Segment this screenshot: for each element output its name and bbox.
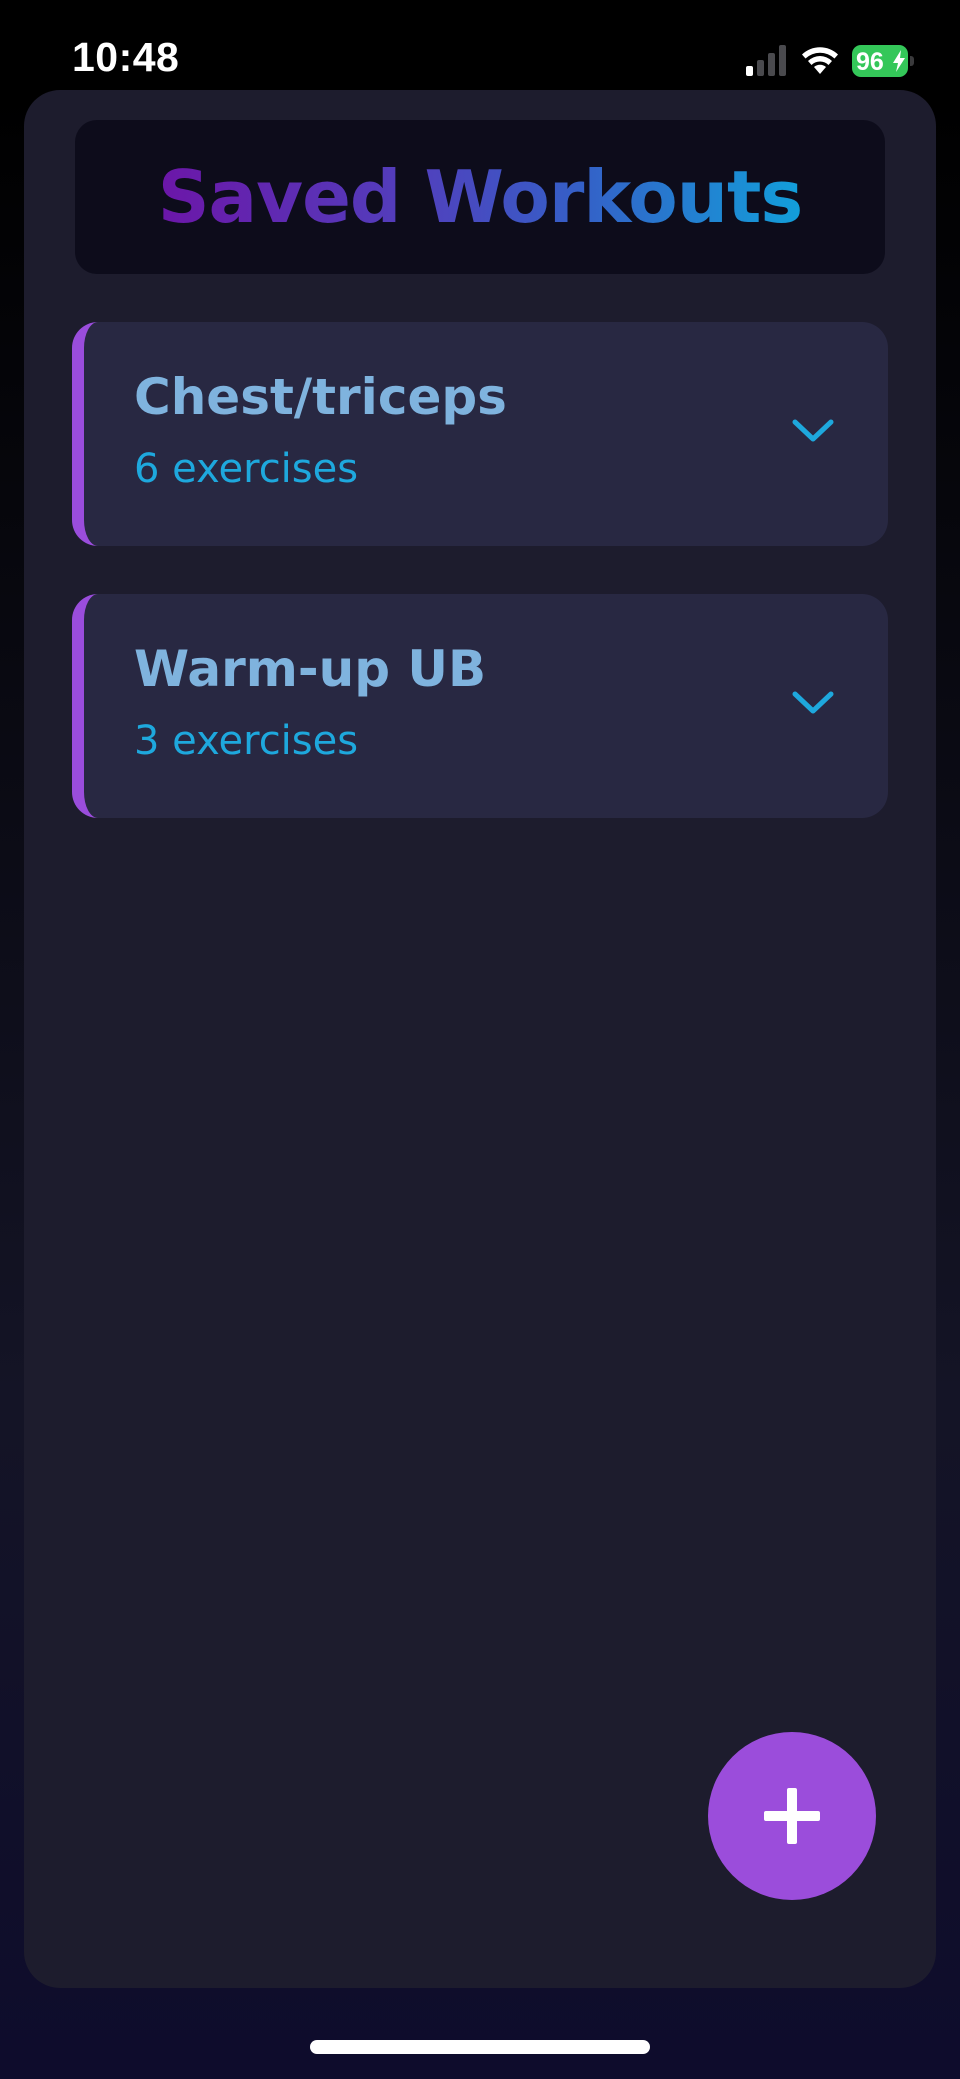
workout-name: Warm-up UB: [134, 640, 487, 698]
exercise-count: 3 exercises: [134, 718, 359, 764]
chevron-down-icon[interactable]: [789, 414, 837, 446]
page-title: Saved Workouts: [157, 155, 804, 239]
status-bar: 10:48 96: [0, 0, 960, 90]
add-workout-button[interactable]: [708, 1732, 876, 1900]
workout-name: Chest/triceps: [134, 368, 507, 426]
cellular-signal-icon: [746, 45, 786, 76]
main-panel: Saved Workouts Chest/triceps 6 exercises…: [24, 90, 936, 1988]
exercise-count: 6 exercises: [134, 446, 359, 492]
plus-icon: [764, 1788, 820, 1844]
home-indicator[interactable]: [310, 2040, 650, 2054]
status-time: 10:48: [72, 34, 180, 80]
chevron-down-icon[interactable]: [789, 686, 837, 718]
battery-cap: [910, 56, 914, 66]
charging-bolt-icon: [893, 50, 905, 72]
header: Saved Workouts: [75, 120, 885, 274]
battery-level: 96: [856, 48, 884, 76]
workout-card[interactable]: Chest/triceps 6 exercises: [72, 322, 888, 546]
battery-indicator: 96: [852, 45, 914, 77]
workout-card[interactable]: Warm-up UB 3 exercises: [72, 594, 888, 818]
wifi-icon: [802, 47, 838, 74]
